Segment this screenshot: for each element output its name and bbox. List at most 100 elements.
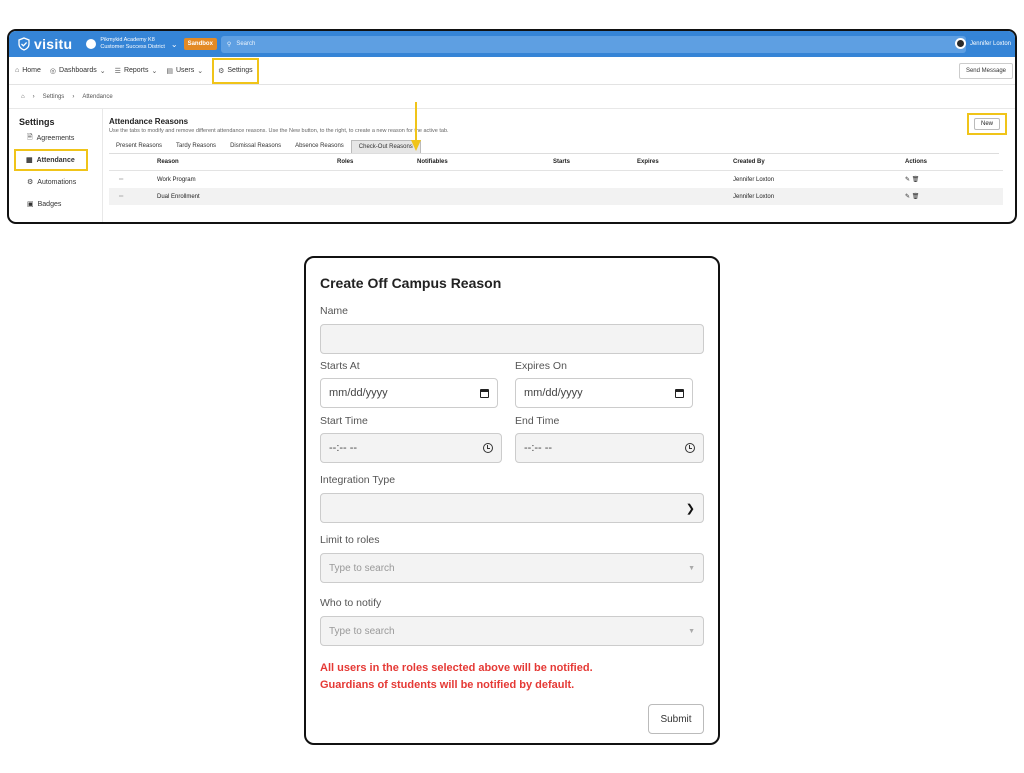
- send-message-button[interactable]: Send Message: [958, 63, 1013, 79]
- name-field[interactable]: [320, 324, 704, 354]
- sidebar-item-attendance[interactable]: ▦ Attendance: [14, 149, 88, 171]
- caret-down-icon: ▼: [688, 564, 695, 572]
- home-icon[interactable]: ⌂: [21, 94, 25, 100]
- notification-notice: All users in the roles selected above wi…: [320, 660, 593, 694]
- nav-reports-label: Reports: [123, 67, 149, 74]
- sidebar-item-badges[interactable]: ▣ Badges: [9, 193, 102, 215]
- sidebar-item-agreements[interactable]: 🗎 Agreements: [9, 127, 102, 149]
- edit-icon[interactable]: ✎: [905, 194, 910, 200]
- nav-settings-label: Settings: [227, 67, 253, 74]
- automations-icon: ⚙: [27, 179, 34, 186]
- breadcrumb-settings[interactable]: Settings: [43, 94, 65, 100]
- reason-tabs: Present Reasons Tardy Reasons Dismissal …: [109, 140, 999, 154]
- avatar: [954, 38, 966, 49]
- integration-type-select[interactable]: ❯: [320, 493, 704, 523]
- cell-reason: Dual Enrollment: [157, 193, 200, 200]
- expires-on-field[interactable]: mm/dd/yyyy: [515, 378, 693, 408]
- sidebar-title: Settings: [19, 117, 55, 127]
- calendar-icon[interactable]: [675, 388, 684, 398]
- notify-input[interactable]: Type to search ▼: [320, 616, 704, 646]
- start-time-label: Start Time: [320, 415, 368, 427]
- clock-icon[interactable]: [483, 443, 493, 453]
- table-row[interactable]: ═ Work Program Jennifer Loxton ✎ 🗑: [109, 171, 1003, 188]
- start-time-field[interactable]: --:-- --: [320, 433, 502, 463]
- search-input[interactable]: ⚲ Search: [220, 35, 966, 53]
- column-created-by[interactable]: Created By: [733, 159, 905, 165]
- reports-icon: ☰: [114, 67, 121, 75]
- attendance-panel: Attendance Reasons Use the tabs to modif…: [109, 102, 1015, 222]
- dashboard-icon: ◎: [49, 67, 57, 75]
- modal-title: Create Off Campus Reason: [320, 275, 502, 291]
- user-menu[interactable]: Jennifer Loxton: [954, 38, 1011, 49]
- chevron-right-icon: ›: [72, 93, 75, 100]
- name-label: Name: [320, 305, 349, 317]
- top-bar: visitu Pikmykid Academy K8 Customer Succ…: [9, 31, 1015, 57]
- shield-check-icon: [18, 37, 30, 51]
- submit-button[interactable]: Submit: [648, 704, 704, 734]
- trash-icon[interactable]: 🗑: [912, 194, 920, 200]
- tab-tardy-reasons[interactable]: Tardy Reasons: [169, 140, 223, 153]
- nav-settings[interactable]: ⚙ Settings: [212, 57, 259, 84]
- sidebar-item-label: Agreements: [36, 134, 75, 142]
- sidebar-item-label: Badges: [37, 200, 62, 208]
- drag-handle-icon[interactable]: ═: [109, 177, 157, 183]
- page-title: Attendance Reasons: [109, 117, 189, 126]
- cell-created-by: Jennifer Loxton: [733, 176, 775, 183]
- column-roles[interactable]: Roles: [337, 159, 417, 165]
- new-button[interactable]: New: [973, 118, 1000, 130]
- gear-icon: ⚙: [218, 67, 225, 75]
- app-window: visitu Pikmykid Academy K8 Customer Succ…: [7, 29, 1017, 224]
- tab-dismissal-reasons[interactable]: Dismissal Reasons: [223, 140, 288, 153]
- visitu-logo[interactable]: visitu: [17, 36, 72, 52]
- trash-icon[interactable]: 🗑: [912, 177, 920, 183]
- limit-roles-input[interactable]: Type to search ▼: [320, 553, 704, 583]
- reasons-table: Reason Roles Notifiables Starts Expires …: [109, 154, 1003, 205]
- breadcrumb-current: Attendance: [82, 93, 113, 100]
- attendance-icon: ▦: [26, 157, 33, 164]
- notice-line-1: All users in the roles selected above wi…: [320, 662, 593, 674]
- column-actions: Actions: [905, 159, 928, 165]
- starts-at-value: mm/dd/yyyy: [329, 387, 388, 399]
- users-icon: ▤: [166, 67, 173, 75]
- chevron-down-icon: ⌄: [151, 67, 158, 75]
- sidebar-item-automations[interactable]: ⚙ Automations: [9, 171, 102, 193]
- cell-reason: Work Program: [157, 176, 196, 183]
- table-header: Reason Roles Notifiables Starts Expires …: [109, 154, 1003, 171]
- end-time-field[interactable]: --:-- --: [515, 433, 704, 463]
- cell-created-by: Jennifer Loxton: [733, 193, 775, 200]
- nav-users[interactable]: ▤ Users ⌄: [166, 67, 203, 75]
- settings-content: Settings 🗎 Agreements ▦ Attendance ⚙ Automa…: [9, 102, 1015, 222]
- notify-label: Who to notify: [320, 597, 382, 609]
- nav-reports[interactable]: ☰ Reports ⌄: [115, 67, 158, 75]
- org-switcher[interactable]: Pikmykid Academy K8 Customer Success Dis…: [86, 37, 178, 51]
- edit-icon[interactable]: ✎: [905, 177, 910, 183]
- column-expires[interactable]: Expires: [637, 159, 733, 165]
- table-row[interactable]: ═ Dual Enrollment Jennifer Loxton ✎ 🗑: [109, 188, 1003, 205]
- logo-text: visitu: [34, 36, 73, 52]
- drag-handle-icon[interactable]: ═: [109, 194, 157, 200]
- clock-icon[interactable]: [685, 443, 695, 453]
- nav-users-label: Users: [175, 67, 195, 74]
- column-starts[interactable]: Starts: [553, 159, 637, 165]
- breadcrumb: ⌂ › Settings › Attendance: [9, 85, 1015, 109]
- row-actions: ✎ 🗑: [905, 176, 965, 183]
- chevron-down-icon: ⌄: [170, 39, 178, 49]
- sandbox-badge: Sandbox: [183, 38, 217, 50]
- column-reason[interactable]: Reason: [157, 159, 337, 165]
- calendar-icon[interactable]: [480, 388, 489, 398]
- column-notifiables[interactable]: Notifiables: [417, 159, 553, 165]
- notify-placeholder: Type to search: [329, 625, 395, 637]
- tab-present-reasons[interactable]: Present Reasons: [109, 140, 169, 153]
- nav-dashboards[interactable]: ◎ Dashboards ⌄: [50, 67, 106, 75]
- starts-at-field[interactable]: mm/dd/yyyy: [320, 378, 498, 408]
- sidebar-item-label: Attendance: [36, 156, 75, 164]
- nav-home[interactable]: ⌂ Home: [15, 67, 41, 74]
- tab-absence-reasons[interactable]: Absence Reasons: [288, 140, 351, 153]
- sidebar-item-label: Automations: [37, 178, 77, 186]
- org-district: Customer Success District: [100, 44, 165, 50]
- agreements-icon: 🗎: [27, 133, 33, 141]
- start-time-value: --:-- --: [329, 442, 358, 454]
- chevron-right-icon: ›: [32, 93, 35, 100]
- settings-sidebar: Settings 🗎 Agreements ▦ Attendance ⚙ Automa…: [9, 109, 103, 222]
- search-placeholder: Search: [236, 41, 256, 47]
